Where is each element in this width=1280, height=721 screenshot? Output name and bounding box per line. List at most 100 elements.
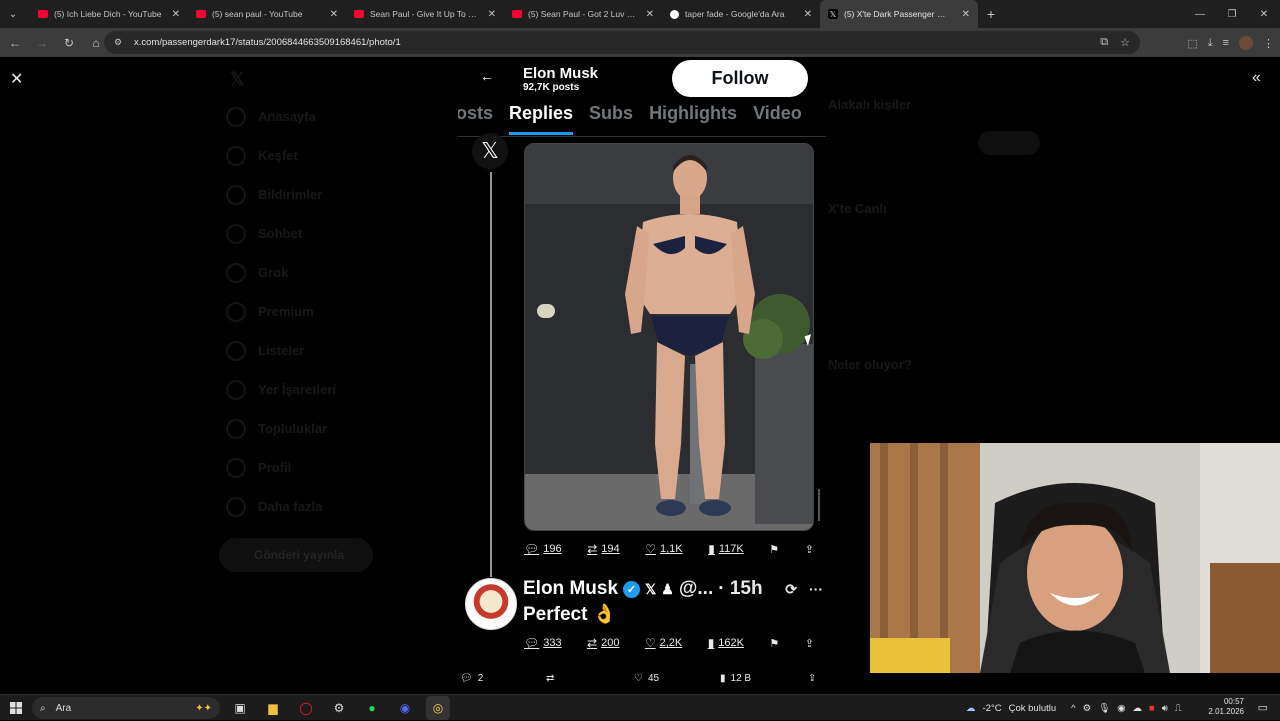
post-actions: 💬︎ 196 ⇄ 194 ♡ 1,1K ▮ 117K ⚑ ⇪ (524, 539, 814, 559)
menu-icon[interactable]: ⋮ (1263, 37, 1274, 50)
bookmarks-icon (226, 380, 246, 400)
browser-tab[interactable]: (5) Sean Paul - Got 2 Luv U (feat ✕ (504, 0, 662, 28)
sidebar-item: Listeler (258, 343, 305, 358)
minimize-icon[interactable]: — (1184, 0, 1216, 28)
close-window-icon[interactable]: ✕ (1248, 0, 1280, 28)
grok-icon (226, 263, 246, 283)
youtube-icon (354, 10, 364, 18)
repost-count: ⇄ 194 (587, 542, 619, 556)
sidebar-item: Daha fazla (258, 499, 323, 514)
site-info-icon[interactable]: ⚙ (114, 37, 126, 49)
like-count-value: 1,1K (659, 543, 683, 555)
reply-author: Elon Musk (523, 578, 619, 599)
close-tab-icon[interactable]: ✕ (172, 9, 180, 20)
download-icon[interactable]: ⤓ (1208, 37, 1213, 50)
app-tray-icon[interactable]: ■ (1149, 703, 1155, 714)
browser-tab-active[interactable]: 𝕏 (5) X'te Dark Passenger 🖋 : "Ar ✕ (820, 0, 978, 28)
steam-icon[interactable]: ⚙ (327, 696, 351, 720)
bookmark-star-icon[interactable]: ☆ (1120, 36, 1130, 49)
communities-icon (226, 419, 246, 439)
close-tab-icon[interactable]: ✕ (962, 9, 970, 20)
premium-icon (226, 302, 246, 322)
sidebar-item: Bildirimler (258, 187, 323, 202)
photo-repost-button[interactable]: ⇄ (546, 673, 554, 684)
install-app-icon[interactable]: ⧉ (1100, 36, 1108, 49)
browser-tab[interactable]: Sean Paul - Give It Up To Me (fe ✕ (346, 0, 504, 28)
omnibox-actions: ⧉ ☆ (1100, 36, 1130, 49)
notification-icon[interactable]: ▭ (1258, 701, 1268, 714)
url-bar[interactable]: ⚙ x.com/passengerdark17/status/200684466… (104, 31, 1140, 54)
share-icon: ⇪ (804, 637, 814, 650)
video-profile-header: ← Elon Musk 92,7K posts Follow (458, 57, 826, 99)
onedrive-icon[interactable]: ☁ (1133, 703, 1143, 714)
reload-icon[interactable]: ↻ (57, 31, 81, 55)
follow-button-bg (978, 131, 1040, 155)
steam-tray-icon[interactable]: ⚙ (1083, 703, 1092, 714)
x-affiliate-icon: 𝕏 (645, 580, 657, 597)
reply-actions: 💬︎ 333 ⇄ 200 ♡ 2,2K ▮ 162K ⚑ ⇪ (524, 633, 814, 653)
media-control-icon[interactable]: ≡ (1223, 37, 1229, 49)
photo-reply-count: 2 (477, 672, 484, 684)
browser-tab[interactable]: (5) Ich Liebe Dich - YouTube ✕ (30, 0, 188, 28)
x-logo-icon: 𝕏 (230, 69, 245, 89)
tab-title: (5) sean paul - YouTube (212, 9, 303, 19)
network-icon[interactable]: ⎍ (1175, 703, 1182, 714)
close-tab-icon[interactable]: ✕ (488, 9, 496, 20)
profile-name: Elon Musk (523, 65, 599, 82)
heart-icon: ♡ (645, 542, 656, 556)
spotify-icon[interactable]: ● (360, 696, 384, 720)
photo-views[interactable]: ▮ 12 B (720, 673, 751, 684)
new-tab-button[interactable]: + (978, 6, 1004, 22)
tray-chevron-icon[interactable]: ^ (1071, 703, 1075, 714)
close-tab-icon[interactable]: ✕ (646, 9, 654, 20)
photo-like-count: 45 (647, 672, 660, 684)
restore-icon[interactable]: ❐ (1216, 0, 1248, 28)
forward-icon[interactable]: → (30, 31, 54, 55)
photo-share-button[interactable]: ⇪ (808, 673, 816, 684)
photo-action-bar: 💬︎ 2 ⇄ ♡ 45 ▮ 12 B ⇪ (458, 665, 826, 691)
weather-desc[interactable]: Çok bulutlu (1009, 703, 1057, 714)
bookmark-icon: ⚑ (769, 637, 780, 650)
start-button[interactable] (0, 695, 32, 721)
close-tab-icon[interactable]: ✕ (804, 9, 812, 20)
photo-view-count: 12 B (730, 672, 752, 684)
close-viewer-icon[interactable]: ✕ (10, 69, 23, 89)
tab-search-icon[interactable]: ⌄ (0, 0, 26, 28)
tab-title: taper fade - Google'da Ara (685, 9, 785, 19)
extensions-icon[interactable]: ⬚ (1187, 37, 1197, 50)
discord-icon[interactable]: ◉ (393, 696, 417, 720)
weather-cloud-icon[interactable]: ☁ (966, 703, 976, 714)
more-icon (226, 497, 246, 517)
chrome-icon[interactable]: ◎ (426, 696, 450, 720)
browser-tab[interactable]: taper fade - Google'da Ara ✕ (662, 0, 820, 28)
photo-illustration (525, 144, 813, 530)
embedded-video[interactable]: ← Elon Musk 92,7K posts Follow osts Repl… (458, 57, 826, 694)
close-tab-icon[interactable]: ✕ (330, 9, 338, 20)
profile-icon (226, 458, 246, 478)
opera-icon[interactable]: ◯ (294, 696, 318, 720)
repost-icon: ⇄ (587, 542, 598, 556)
sidebar-item: Profil (258, 460, 292, 475)
lists-icon (226, 341, 246, 361)
thread-line (490, 172, 492, 577)
browser-toolbar: ⬚ ⤓ ≡ ⋮ (1187, 31, 1274, 55)
taskbar-search[interactable]: ⌕ Ara ✦✦ (32, 697, 220, 719)
discord-tray-icon[interactable]: ◉ (1117, 703, 1125, 714)
photo-reply-button[interactable]: 💬︎ 2 (460, 673, 483, 684)
back-icon[interactable]: ← (3, 31, 27, 55)
mic-icon[interactable]: 🎙︎ (1098, 703, 1110, 714)
file-explorer-icon[interactable]: ▆ (261, 696, 285, 720)
clock-date: 2.01.2026 (1208, 707, 1244, 716)
tab-subs: Subs (589, 103, 634, 123)
heart-icon: ♡ (634, 672, 643, 684)
profile-avatar[interactable] (1239, 36, 1253, 50)
expand-panel-icon[interactable]: « (1252, 69, 1261, 87)
clock[interactable]: 00:57 2.01.2026 (1208, 697, 1244, 717)
weather-temp[interactable]: -2°C (983, 703, 1002, 714)
task-view-icon[interactable]: ▣ (228, 696, 252, 720)
speaker-icon[interactable]: 🔊︎ (1162, 703, 1168, 714)
photo-like-button[interactable]: ♡ 45 (634, 673, 659, 684)
post-count: 92,7K posts (523, 82, 580, 93)
emoji-icon: ♟ (661, 580, 674, 597)
browser-tab[interactable]: (5) sean paul - YouTube ✕ (188, 0, 346, 28)
